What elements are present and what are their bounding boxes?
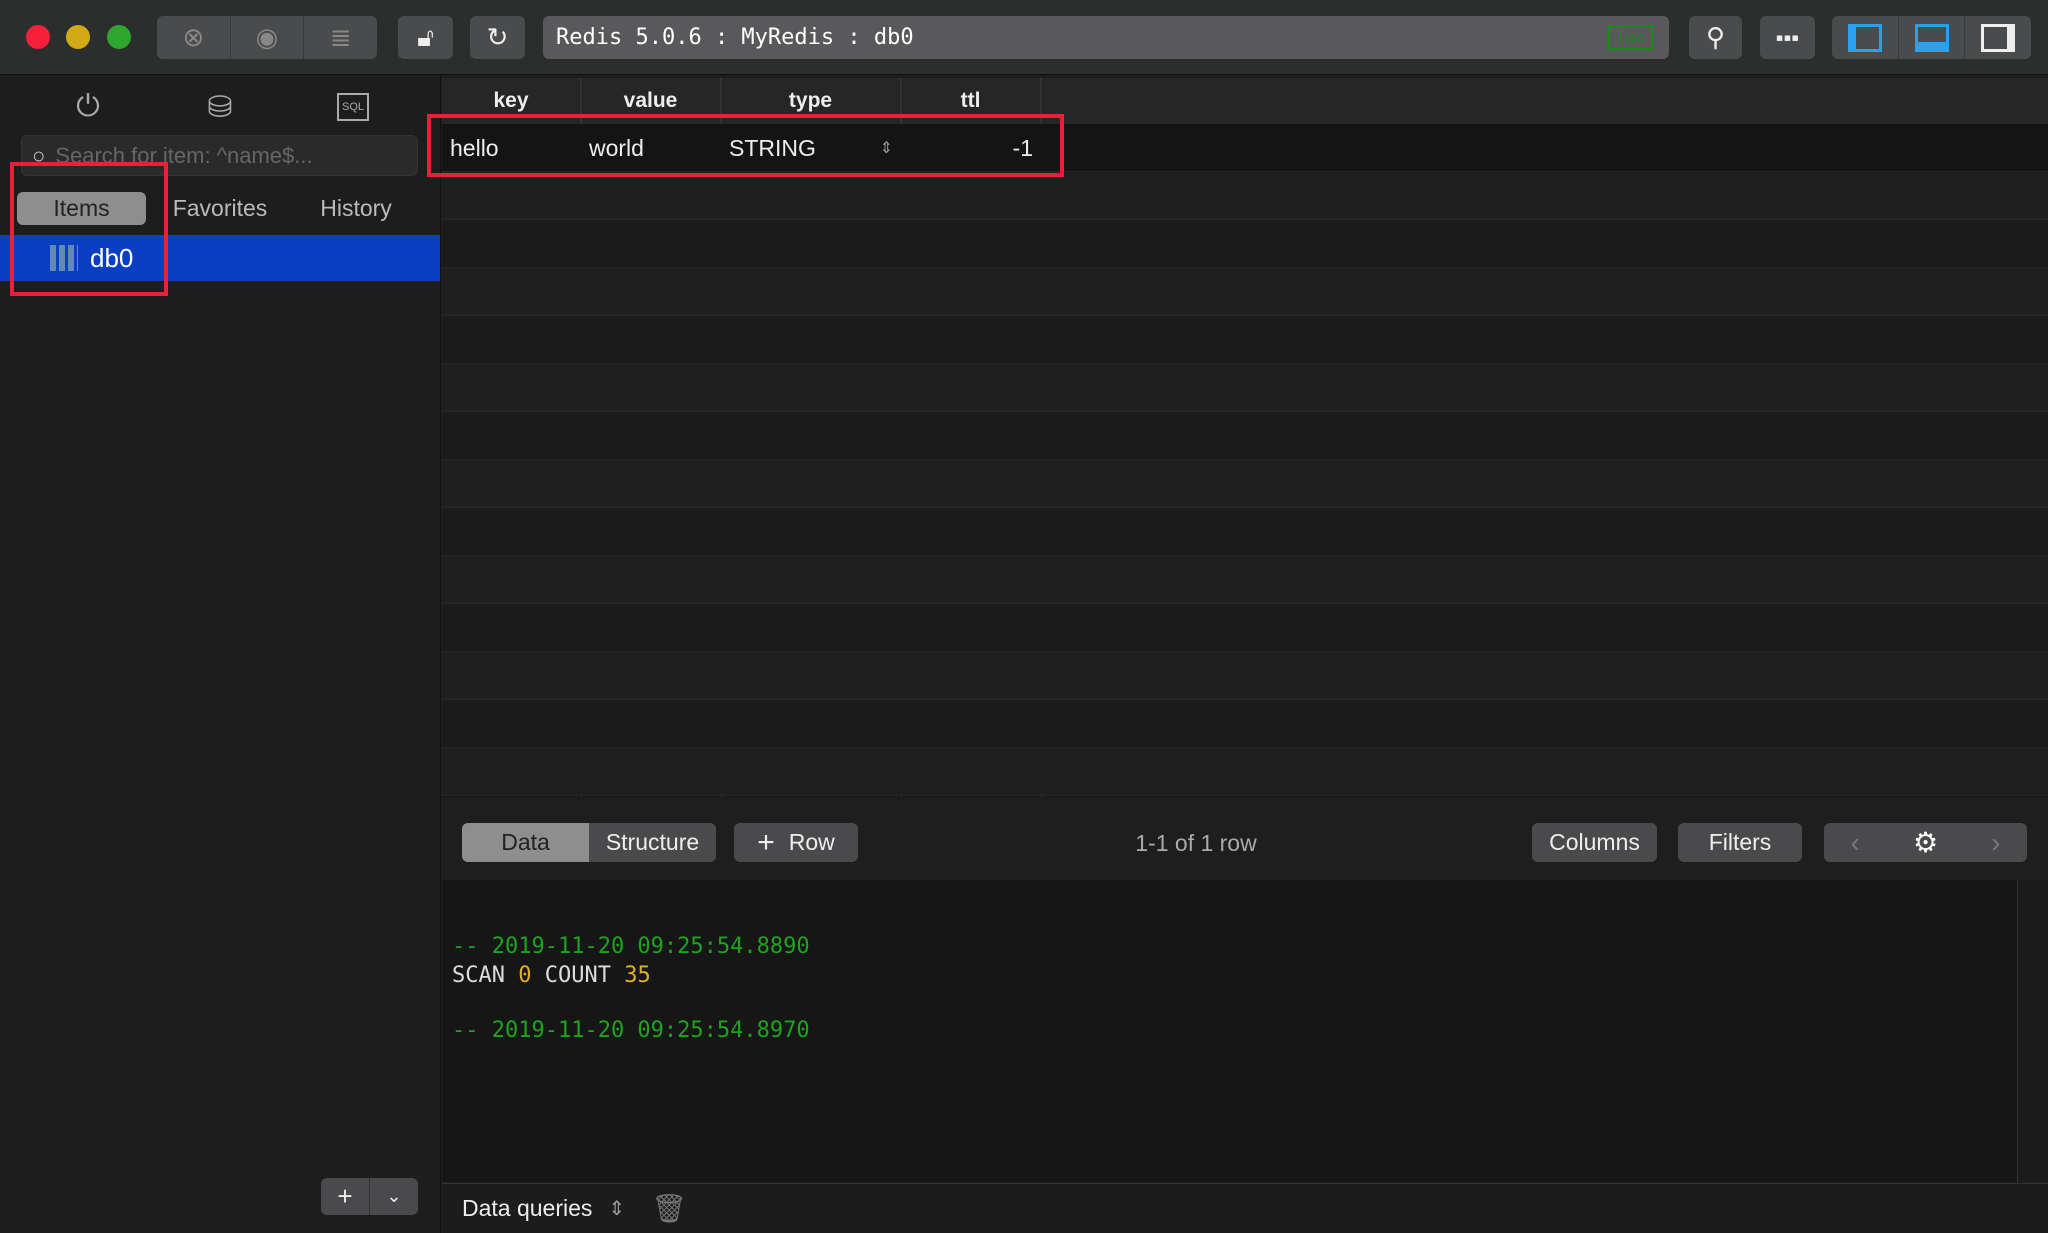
query-filter-select[interactable]: Data queries — [462, 1195, 592, 1222]
console-comment: -- 2019-11-20 09:25:54.8970 — [452, 1018, 810, 1043]
title-bar: ⊗ ◉ ≣ 🔓︎ ↻ Redis 5.0.6 : MyRedis : db0 l… — [0, 0, 2048, 75]
plus-icon: + — [757, 825, 775, 859]
pagination-group: ‹ ⚙ › — [1824, 823, 2027, 862]
next-page-icon[interactable]: › — [1991, 827, 2000, 859]
toggle-bottom-panel-icon[interactable] — [1899, 16, 1966, 59]
highlight-box-sidebar — [10, 162, 168, 296]
cmd-arg: 0 — [518, 963, 532, 988]
stepper-chevron-icon[interactable]: ⇕ — [608, 1196, 625, 1221]
panel-toggle-group — [1832, 16, 2031, 59]
console-command: SCAN 0 COUNT 35 — [452, 963, 651, 988]
bottom-bar: Data queries ⇕ 🗑︎ — [442, 1183, 2048, 1233]
add-button[interactable]: + — [321, 1178, 370, 1215]
empty-row — [442, 652, 2048, 700]
console-comment: -- 2019-11-20 09:25:54.8890 — [452, 934, 810, 959]
refresh-icon: ↻ — [486, 22, 509, 52]
cmd-arg: 35 — [624, 963, 651, 988]
previous-page-icon[interactable]: ‹ — [1851, 827, 1860, 859]
column-header-filler — [1041, 78, 2048, 124]
tab-history[interactable]: History — [300, 192, 412, 225]
connection-address-bar: Redis 5.0.6 : MyRedis : db0 loc — [543, 16, 1669, 59]
columns-button[interactable]: Columns — [1532, 823, 1657, 862]
empty-row — [442, 364, 2048, 412]
window-title: Redis 5.0.6 : MyRedis : db0 — [556, 25, 914, 50]
chevron-down-icon[interactable]: ⌄ — [370, 1178, 418, 1215]
row-count: 1-1 of 1 row — [1135, 830, 1257, 856]
highlight-box-row — [427, 114, 1064, 177]
format-icon[interactable]: ≣ — [304, 16, 377, 59]
add-row-label: Row — [788, 829, 835, 855]
empty-row — [442, 268, 2048, 316]
empty-row — [442, 460, 2048, 508]
tab-data[interactable]: Data — [462, 823, 589, 862]
cmd: SCAN — [452, 963, 505, 988]
toggle-right-panel-icon[interactable] — [1965, 16, 2031, 59]
cmd-keyword: COUNT — [544, 963, 611, 988]
data-table: key value type ttl hello world STRING ⇕ -… — [442, 78, 2048, 798]
empty-row — [442, 556, 2048, 604]
search-icon: ⚲ — [1705, 22, 1726, 52]
console-scrollbar[interactable] — [2017, 880, 2048, 1182]
refresh-button[interactable]: ↻ — [470, 16, 525, 59]
empty-row — [442, 172, 2048, 220]
database-icon[interactable]: ⛁ — [200, 87, 240, 127]
add-row-button[interactable]: + Row — [734, 823, 858, 862]
toggle-left-panel-icon[interactable] — [1832, 16, 1899, 59]
empty-row — [442, 604, 2048, 652]
preview-eye-icon[interactable]: ◉ — [231, 16, 305, 59]
connection-plug-icon[interactable]: ⏻ — [68, 87, 108, 127]
empty-row — [442, 508, 2048, 556]
minimize-window-button[interactable] — [66, 25, 90, 49]
grid-button[interactable]: ▪▪▪ — [1760, 16, 1815, 59]
gear-icon[interactable]: ⚙ — [1913, 826, 1938, 859]
stop-icon[interactable]: ⊗ — [157, 16, 231, 59]
view-mode-segment: Data Structure — [462, 823, 716, 862]
empty-row — [442, 316, 2048, 364]
grid-icon: ▪▪▪ — [1775, 24, 1800, 50]
tab-structure[interactable]: Structure — [589, 829, 716, 856]
toolbar-group: ⊗ ◉ ≣ — [157, 16, 377, 59]
tab-favorites[interactable]: Favorites — [160, 192, 280, 225]
zoom-window-button[interactable] — [107, 25, 131, 49]
empty-row — [442, 412, 2048, 460]
empty-row — [442, 700, 2048, 748]
sql-query-icon[interactable]: SQL — [333, 87, 373, 127]
search-button[interactable]: ⚲ — [1689, 16, 1742, 59]
filters-button[interactable]: Filters — [1678, 823, 1802, 862]
empty-row — [442, 220, 2048, 268]
query-console: -- 2019-11-20 09:25:54.8890 SCAN 0 COUNT… — [442, 880, 2017, 1182]
trash-icon[interactable]: 🗑︎ — [651, 1192, 687, 1225]
status-badge: loc — [1608, 25, 1653, 50]
lock-icon: 🔓︎ — [417, 21, 434, 52]
add-menu-group: + ⌄ — [321, 1178, 418, 1215]
empty-row — [442, 748, 2048, 796]
lock-button[interactable]: 🔓︎ — [398, 16, 453, 59]
close-window-button[interactable] — [26, 25, 50, 49]
